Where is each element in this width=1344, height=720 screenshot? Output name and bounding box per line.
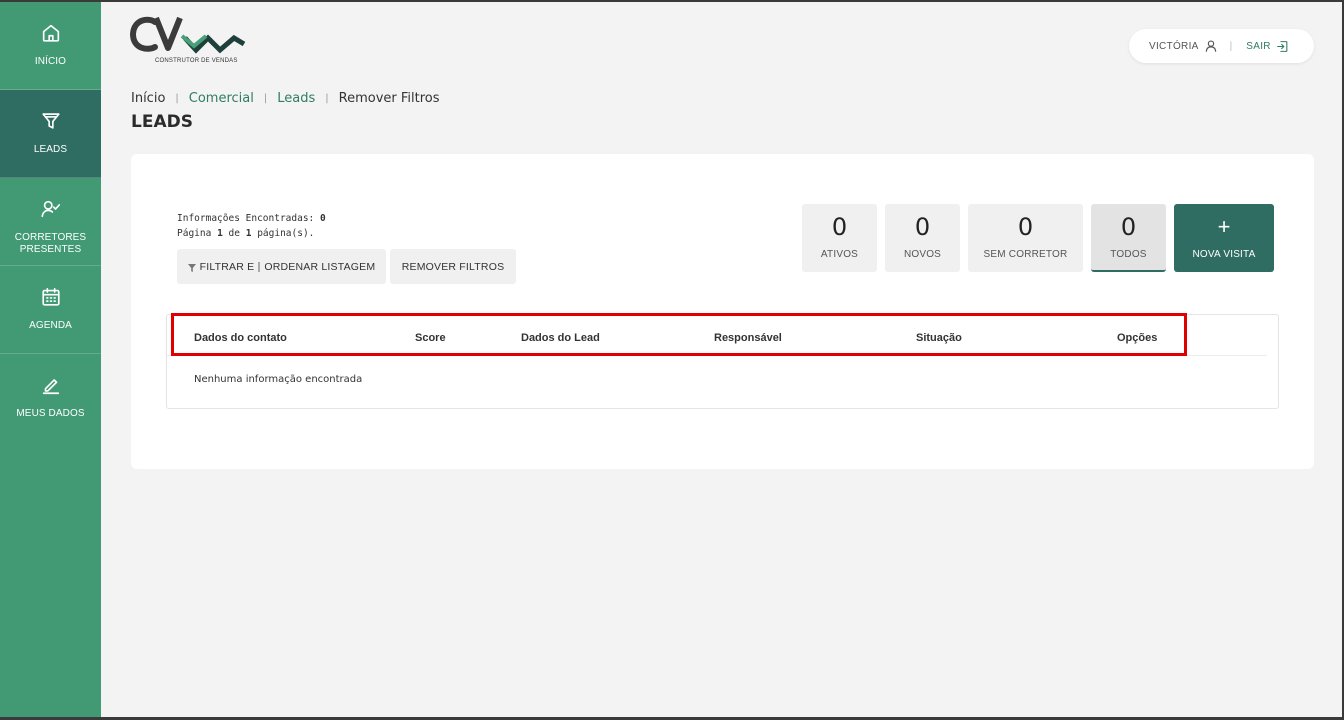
column-opcoes[interactable]: Opções — [1117, 332, 1157, 344]
counter-novos[interactable]: 0 NOVOS — [885, 204, 960, 272]
logout-label: SAIR — [1246, 40, 1271, 52]
user-menu: VICTÓRIA | SAIR — [1129, 29, 1314, 63]
table-header: Dados do contato Score Dados do Lead Res… — [167, 315, 1267, 356]
page-total: 1 — [245, 228, 252, 239]
page-label: Página — [177, 228, 212, 239]
sidebar-item-label: CORRETORES PRESENTES — [14, 232, 87, 255]
sidebar-item-agenda[interactable]: AGENDA — [0, 266, 101, 354]
leads-table: Dados do contato Score Dados do Lead Res… — [166, 313, 1279, 409]
order-label: ORDENAR LISTAGEM — [264, 260, 376, 273]
counter-label: ATIVOS — [820, 249, 859, 260]
sidebar-item-label: INÍCIO — [34, 56, 67, 67]
column-score[interactable]: Score — [415, 332, 446, 344]
found-count-line: Informações Encontradas: 0 — [177, 211, 326, 226]
empty-message: Nenhuma informação encontrada — [194, 374, 363, 385]
sort-icon — [258, 261, 261, 272]
column-responsavel[interactable]: Responsável — [714, 332, 782, 344]
breadcrumb-separator: | — [325, 93, 329, 104]
user-icon — [1204, 39, 1218, 53]
home-icon — [40, 22, 62, 44]
breadcrumb-comercial[interactable]: Comercial — [189, 91, 254, 106]
counter-sem-corretor[interactable]: 0 SEM CORRETOR — [968, 204, 1083, 272]
page-of: de — [228, 228, 240, 239]
user-name[interactable]: VICTÓRIA — [1149, 41, 1199, 52]
filter-label: FILTRAR E — [199, 260, 255, 273]
app-window: INÍCIO LEADS CORRETORES PRESENTES AGENDA… — [0, 2, 1342, 717]
logout-icon — [1276, 40, 1289, 53]
found-label: Informações Encontradas: — [177, 213, 315, 224]
user-separator: | — [1229, 40, 1233, 52]
counter-value: 0 — [1120, 213, 1137, 241]
counter-todos[interactable]: 0 TODOS — [1091, 204, 1166, 272]
breadcrumb-leads[interactable]: Leads — [277, 91, 315, 106]
counter-value: 0 — [1017, 213, 1034, 241]
counter-value: 0 — [914, 213, 931, 241]
pagination-line: Página 1 de 1 página(s). — [177, 226, 326, 241]
breadcrumb-current: Remover Filtros — [338, 91, 440, 106]
counter-ativos[interactable]: 0 ATIVOS — [802, 204, 877, 272]
sidebar: INÍCIO LEADS CORRETORES PRESENTES AGENDA… — [0, 2, 101, 717]
page-current: 1 — [217, 228, 223, 239]
funnel-icon — [40, 110, 62, 132]
breadcrumb-separator: | — [175, 93, 179, 104]
remove-filters-button[interactable]: REMOVER FILTROS — [390, 249, 516, 284]
filter-order-button[interactable]: FILTRAR E ORDENAR LISTAGEM — [177, 249, 386, 284]
column-dados-contato[interactable]: Dados do contato — [194, 332, 287, 344]
sidebar-item-meus-dados[interactable]: MEUS DADOS — [0, 354, 101, 442]
calendar-icon — [40, 286, 62, 308]
leads-card: Informações Encontradas: 0 Página 1 de 1… — [131, 154, 1314, 469]
logo-subtitle: CONSTRUTOR DE VENDAS — [155, 58, 238, 64]
counter-label: SEM CORRETOR — [983, 249, 1068, 260]
filter-icon — [187, 263, 196, 272]
breadcrumb-separator: | — [263, 93, 268, 104]
sidebar-item-inicio[interactable]: INÍCIO — [0, 2, 101, 90]
sidebar-item-label: AGENDA — [29, 320, 72, 331]
page-suffix: página(s). — [257, 228, 315, 239]
sidebar-item-label: MEUS DADOS — [16, 408, 85, 419]
sidebar-item-corretores[interactable]: CORRETORES PRESENTES — [0, 178, 101, 266]
breadcrumb: Início | Comercial | Leads | Remover Fil… — [131, 91, 440, 106]
user-check-icon — [40, 198, 62, 220]
sidebar-item-label: LEADS — [33, 144, 68, 155]
found-count: 0 — [320, 213, 326, 224]
new-visit-button[interactable]: + NOVA VISITA — [1174, 204, 1274, 272]
column-situacao[interactable]: Situação — [916, 332, 962, 344]
plus-icon: + — [1217, 214, 1231, 239]
page-title: LEADS — [131, 112, 193, 132]
counter-value: 0 — [831, 213, 848, 241]
brand-logo[interactable]: CONSTRUTOR DE VENDAS — [130, 16, 250, 68]
new-visit-label: NOVA VISITA — [1192, 249, 1256, 260]
logout-button[interactable]: SAIR — [1246, 40, 1289, 53]
breadcrumb-inicio[interactable]: Início — [131, 91, 165, 106]
sidebar-item-leads[interactable]: LEADS — [0, 90, 101, 178]
counter-label: TODOS — [1110, 249, 1147, 260]
edit-icon — [40, 374, 62, 396]
counter-label: NOVOS — [903, 249, 942, 260]
results-info: Informações Encontradas: 0 Página 1 de 1… — [177, 211, 326, 241]
column-dados-lead[interactable]: Dados do Lead — [521, 332, 600, 344]
